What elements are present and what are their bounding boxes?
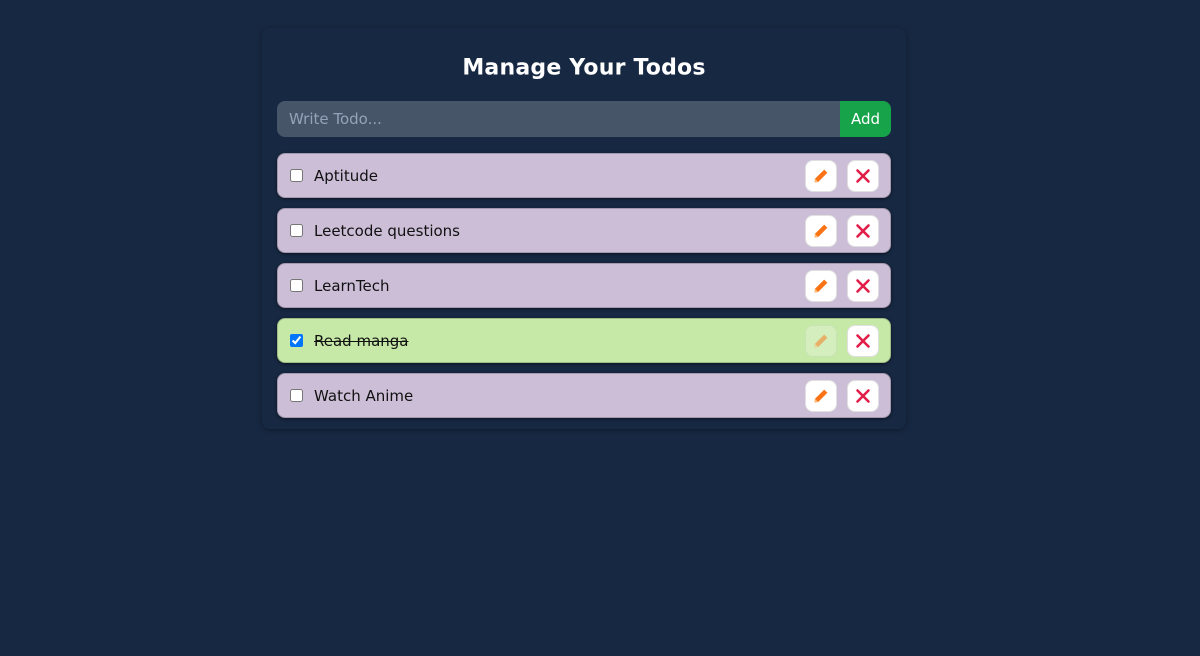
edit-todo-button[interactable] <box>805 270 837 302</box>
page-title: Manage Your Todos <box>462 55 706 81</box>
todo-input[interactable] <box>277 101 840 137</box>
todo-item: Aptitude <box>277 153 891 198</box>
todo-checkbox[interactable] <box>290 334 303 347</box>
delete-todo-button[interactable] <box>847 380 879 412</box>
todo-item: Watch Anime <box>277 373 891 418</box>
edit-todo-button <box>805 325 837 357</box>
close-icon <box>856 279 870 293</box>
todo-text: Aptitude <box>314 167 378 185</box>
delete-todo-button[interactable] <box>847 160 879 192</box>
add-button[interactable]: Add <box>840 101 891 137</box>
delete-todo-button[interactable] <box>847 325 879 357</box>
todo-item: Read manga <box>277 318 891 363</box>
todo-text: Leetcode questions <box>314 222 460 240</box>
edit-todo-button[interactable] <box>805 215 837 247</box>
edit-todo-button[interactable] <box>805 380 837 412</box>
pencil-icon <box>814 389 828 403</box>
todo-item: Leetcode questions <box>277 208 891 253</box>
todo-checkbox[interactable] <box>290 389 303 402</box>
todo-text: LearnTech <box>314 277 390 295</box>
delete-todo-button[interactable] <box>847 270 879 302</box>
todo-text: Watch Anime <box>314 387 414 405</box>
pencil-icon <box>814 224 828 238</box>
todo-checkbox[interactable] <box>290 169 303 182</box>
close-icon <box>856 169 870 183</box>
pencil-icon <box>814 334 828 348</box>
close-icon <box>856 389 870 403</box>
todo-card: Manage Your Todos Add Aptitude Leetcode q… <box>262 28 906 429</box>
pencil-icon <box>814 279 828 293</box>
todo-checkbox[interactable] <box>290 224 303 237</box>
edit-todo-button[interactable] <box>805 160 837 192</box>
todo-item: LearnTech <box>277 263 891 308</box>
close-icon <box>856 224 870 238</box>
add-todo-form: Add <box>277 101 891 137</box>
todo-text: Read manga <box>314 332 409 350</box>
close-icon <box>856 334 870 348</box>
todo-checkbox[interactable] <box>290 279 303 292</box>
delete-todo-button[interactable] <box>847 215 879 247</box>
pencil-icon <box>814 169 828 183</box>
